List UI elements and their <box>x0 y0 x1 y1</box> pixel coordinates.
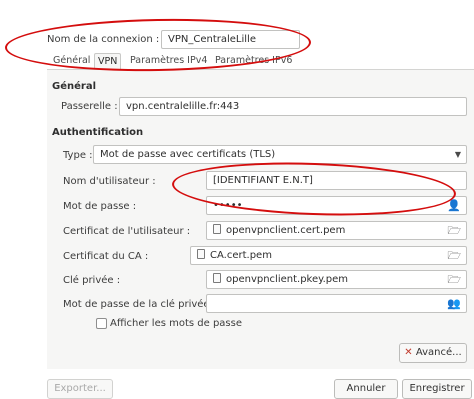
ca-cert-chooser[interactable]: CA.cert.pem 🗁 <box>190 246 467 265</box>
user-key-icon[interactable]: 👤 <box>447 197 461 214</box>
username-input[interactable]: [IDENTIFIANT E.N.T] <box>206 171 467 190</box>
cancel-button[interactable]: Annuler <box>334 379 398 399</box>
private-key-value: openvpnclient.pkey.pem <box>226 274 349 285</box>
show-passwords-label: Afficher les mots de passe <box>110 318 243 329</box>
folder-open-icon[interactable]: 🗁 <box>447 271 461 288</box>
tab-vpn[interactable]: VPN <box>94 53 122 69</box>
tools-icon: ✕ <box>404 347 413 358</box>
private-key-chooser[interactable]: openvpnclient.pkey.pem 🗁 <box>206 270 467 289</box>
auth-type-value: Mot de passe avec certificats (TLS) <box>100 149 276 160</box>
user-cert-label: Certificat de l'utilisateur : <box>63 226 191 237</box>
user-key-icon[interactable]: 👥 <box>447 295 461 312</box>
advanced-button-label: Avancé... <box>415 347 462 358</box>
advanced-button[interactable]: ✕ Avancé... <box>399 343 467 363</box>
save-button[interactable]: Enregistrer <box>402 379 472 399</box>
user-cert-chooser[interactable]: openvpnclient.cert.pem 🗁 <box>206 221 467 240</box>
folder-open-icon[interactable]: 🗁 <box>447 222 461 239</box>
file-icon <box>213 224 221 234</box>
folder-open-icon[interactable]: 🗁 <box>447 247 461 264</box>
username-label: Nom d'utilisateur : <box>63 176 156 187</box>
password-input[interactable]: ••••• 👤 <box>206 196 467 215</box>
ca-cert-value: CA.cert.pem <box>210 250 272 261</box>
password-value: ••••• <box>213 200 243 211</box>
auth-type-select[interactable]: Mot de passe avec certificats (TLS) ▼ <box>93 145 467 164</box>
file-icon <box>213 273 221 283</box>
key-password-input[interactable]: 👥 <box>206 294 467 313</box>
tab-ipv6[interactable]: Paramètres IPv6 <box>212 53 295 69</box>
section-general-title: Général <box>52 81 96 92</box>
gateway-label: Passerelle : <box>61 101 118 112</box>
export-button[interactable]: Exporter... <box>47 379 113 399</box>
tab-general[interactable]: Général <box>50 53 93 69</box>
password-label: Mot de passe : <box>63 201 137 212</box>
user-cert-value: openvpnclient.cert.pem <box>226 225 346 236</box>
file-icon <box>197 249 205 259</box>
key-password-label: Mot de passe de la clé privée : <box>63 299 217 310</box>
ca-cert-label: Certificat du CA : <box>63 251 149 262</box>
section-auth-title: Authentification <box>52 127 144 138</box>
chevron-down-icon: ▼ <box>454 150 461 159</box>
connection-name-label: Nom de la connexion : <box>47 34 160 45</box>
gateway-input[interactable]: vpn.centralelille.fr:443 <box>119 97 467 116</box>
tab-ipv4[interactable]: Paramètres IPv4 <box>127 53 210 69</box>
auth-type-label: Type : <box>63 150 93 161</box>
private-key-label: Clé privée : <box>63 275 121 286</box>
show-passwords-checkbox[interactable] <box>96 318 107 329</box>
connection-name-input[interactable]: VPN_CentraleLille <box>161 30 300 49</box>
